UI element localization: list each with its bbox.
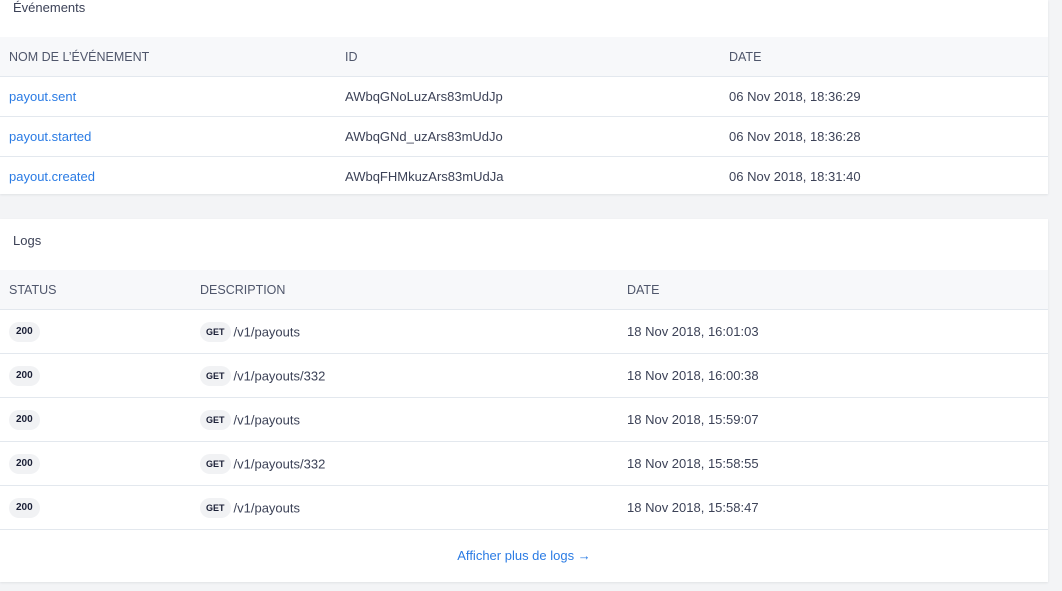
status-badge: 200 bbox=[9, 409, 40, 430]
events-table: NOM DE L’ÉVÉNEMENT ID DATE payout.sent A… bbox=[0, 37, 1048, 196]
event-id: AWbqGNd_uzArs83mUdJo bbox=[336, 116, 720, 157]
log-date: 18 Nov 2018, 15:59:07 bbox=[618, 397, 1048, 442]
log-date: 18 Nov 2018, 16:00:38 bbox=[618, 353, 1048, 398]
method-badge: GET bbox=[200, 497, 231, 518]
request-path: /v1/payouts bbox=[233, 324, 301, 339]
log-date: 18 Nov 2018, 16:01:03 bbox=[618, 309, 1048, 354]
more-logs-footer: Afficher plus de logs → bbox=[0, 530, 1048, 582]
event-date: 06 Nov 2018, 18:36:29 bbox=[720, 76, 1048, 117]
event-date: 06 Nov 2018, 18:36:28 bbox=[720, 116, 1048, 157]
status-badge: 200 bbox=[9, 453, 40, 474]
method-badge: GET bbox=[200, 453, 231, 474]
logs-header-row: STATUS DESCRIPTION DATE bbox=[0, 270, 1048, 310]
method-badge: GET bbox=[200, 321, 231, 342]
column-header-description: DESCRIPTION bbox=[191, 270, 618, 310]
events-card: Événements NOM DE L’ÉVÉNEMENT ID DATE pa… bbox=[0, 0, 1048, 194]
log-date: 18 Nov 2018, 15:58:55 bbox=[618, 441, 1048, 486]
request-path: /v1/payouts bbox=[233, 412, 301, 427]
events-title: Événements bbox=[13, 0, 86, 15]
request-path: /v1/payouts/332 bbox=[233, 368, 326, 383]
event-name-link[interactable]: payout.started bbox=[9, 129, 91, 144]
log-row[interactable]: 200 GET/v1/payouts/332 18 Nov 2018, 16:0… bbox=[0, 353, 1048, 398]
column-header-event-name: NOM DE L’ÉVÉNEMENT bbox=[0, 37, 336, 77]
event-id: AWbqFHMkuzArs83mUdJa bbox=[345, 169, 504, 184]
column-header-id: ID bbox=[336, 37, 720, 77]
event-row[interactable]: payout.sent AWbqGNoLuzArs83mUdJp 06 Nov … bbox=[0, 76, 1048, 117]
log-row[interactable]: 200 GET/v1/payouts 18 Nov 2018, 15:59:07 bbox=[0, 397, 1048, 442]
event-name-link[interactable]: payout.created bbox=[9, 169, 95, 184]
log-row[interactable]: 200 GET/v1/payouts 18 Nov 2018, 15:58:47 bbox=[0, 485, 1048, 530]
column-header-log-date: DATE bbox=[618, 270, 1048, 310]
logs-title: Logs bbox=[13, 233, 42, 248]
events-header-row: NOM DE L’ÉVÉNEMENT ID DATE bbox=[0, 37, 1048, 77]
request-path: /v1/payouts/332 bbox=[233, 456, 326, 471]
event-date: 06 Nov 2018, 18:31:40 bbox=[729, 169, 861, 184]
method-badge: GET bbox=[200, 409, 231, 430]
log-row[interactable]: 200 GET/v1/payouts/332 18 Nov 2018, 15:5… bbox=[0, 441, 1048, 486]
column-header-status: STATUS bbox=[0, 270, 191, 310]
event-row[interactable]: payout.started AWbqGNd_uzArs83mUdJo 06 N… bbox=[0, 116, 1048, 157]
event-row[interactable]: payout.created AWbqFHMkuzArs83mUdJa 06 N… bbox=[0, 157, 1048, 197]
request-path: /v1/payouts bbox=[233, 500, 301, 515]
status-badge: 200 bbox=[9, 497, 40, 518]
logs-card: Logs STATUS DESCRIPTION DATE 200 GET/v1/… bbox=[0, 219, 1048, 582]
status-badge: 200 bbox=[9, 365, 40, 386]
status-badge: 200 bbox=[9, 321, 40, 342]
logs-table: STATUS DESCRIPTION DATE 200 GET/v1/payou… bbox=[0, 270, 1048, 530]
method-badge: GET bbox=[200, 365, 231, 386]
log-row[interactable]: 200 GET/v1/payouts 18 Nov 2018, 16:01:03 bbox=[0, 309, 1048, 354]
log-date: 18 Nov 2018, 15:58:47 bbox=[618, 485, 1048, 530]
event-id: AWbqGNoLuzArs83mUdJp bbox=[336, 76, 720, 117]
column-header-date: DATE bbox=[720, 37, 1048, 77]
event-name-link[interactable]: payout.sent bbox=[9, 89, 76, 104]
show-more-logs-link[interactable]: Afficher plus de logs → bbox=[457, 548, 590, 563]
